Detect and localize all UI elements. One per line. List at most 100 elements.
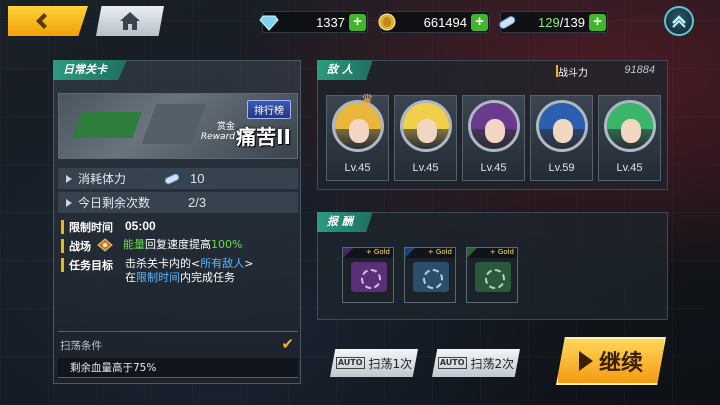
- gold-value: 661494: [423, 14, 467, 30]
- auto-icon: AUTO: [437, 357, 467, 369]
- enemy-level: Lv.59: [548, 162, 575, 174]
- check-icon: ✔: [281, 335, 294, 353]
- enemy-face: [553, 119, 573, 143]
- gem-value: 1337: [316, 14, 345, 30]
- mission-text: 在: [125, 271, 136, 284]
- mission-text: 击杀关卡内的<: [125, 257, 201, 270]
- stamina-cost-row: 消耗体力 10: [58, 168, 298, 189]
- enemy-portrait: [536, 100, 588, 152]
- mission-text: 内完成任务: [180, 271, 235, 284]
- reward-item[interactable]: + Gold: [404, 247, 456, 303]
- mission-highlight: 限制时间: [136, 271, 180, 284]
- enemy-slot[interactable]: Lv.45: [598, 95, 661, 181]
- mission-rule: 任务目标 击杀关卡内的<所有敌人> 在限制时间内完成任务: [58, 257, 298, 285]
- add-stamina-button[interactable]: +: [589, 14, 606, 31]
- battlefield-pct: 100%: [211, 238, 243, 251]
- time-limit-key: 限制时间: [69, 221, 113, 234]
- combat-power-value: 91884: [624, 64, 655, 76]
- mission-text: >: [244, 257, 254, 270]
- mission-highlight: 所有敌人: [200, 257, 245, 270]
- back-button[interactable]: [8, 6, 88, 36]
- home-icon: [120, 12, 140, 30]
- chevron-up-icon: [672, 15, 686, 28]
- stage-info-panel: 日常关卡 排行榜 赏金 Reward 痛苦II 消耗体力 10 今日剩余次数 2…: [53, 60, 301, 384]
- enemy-face: [349, 119, 369, 143]
- enemy-portrait: [400, 100, 452, 152]
- battlefield-rule: 战场 能量回复速度提高100%: [58, 238, 298, 254]
- rule-marker: [61, 258, 64, 272]
- enemy-portrait: [604, 100, 656, 152]
- add-gold-button[interactable]: +: [471, 14, 488, 31]
- remaining-value: 2/3: [188, 195, 207, 210]
- sweep-condition: 扫荡条件 ✔ 剩余血量高于75%: [58, 331, 298, 379]
- combat-power-label: 战斗力: [558, 68, 588, 79]
- enemy-portrait: [332, 100, 384, 152]
- add-gem-button[interactable]: +: [349, 14, 366, 31]
- battlefield-effect-icon: [97, 238, 113, 252]
- mission-key: 任务目标: [69, 259, 113, 272]
- reward-item[interactable]: + Gold: [466, 247, 518, 303]
- enemy-level: Lv.45: [344, 162, 371, 174]
- reward-panel: 报 酬 + Gold + Gold + Gold: [317, 212, 668, 320]
- sweep-condition-value: 剩余血量高于75%: [58, 358, 298, 378]
- module-chip-icon: [413, 262, 449, 292]
- battlefield-highlight: 能量: [123, 238, 145, 251]
- time-limit-rule: 限制时间 05:00: [58, 219, 298, 235]
- remaining-row: 今日剩余次数 2/3: [58, 192, 298, 213]
- enemy-slot[interactable]: ♛ Lv.45: [326, 92, 389, 181]
- collapse-menu-button[interactable]: [664, 6, 694, 36]
- continue-label: 继续: [598, 351, 643, 376]
- home-button[interactable]: [96, 6, 164, 36]
- enemy-level: Lv.45: [480, 162, 507, 174]
- panel-tab-daily: 日常关卡: [53, 60, 127, 80]
- triangle-icon: [66, 174, 72, 183]
- stage-name: 痛苦II: [236, 125, 291, 149]
- crown-icon: ♛: [361, 92, 374, 108]
- play-arrow-icon: [578, 351, 593, 371]
- stamina-cost-value: 10: [190, 171, 205, 186]
- enemy-slot[interactable]: Lv.59: [530, 95, 593, 181]
- time-limit-value: 05:00: [125, 219, 156, 233]
- reward-tag: + Gold: [405, 248, 455, 258]
- banner-scene: [141, 104, 207, 144]
- panel-tab-enemies: 敌 人: [317, 60, 373, 80]
- battlefield-text: 回复速度提高: [145, 238, 211, 251]
- enemy-portrait: [468, 100, 520, 152]
- banner-scene: [72, 112, 142, 138]
- remaining-label: 今日剩余次数: [78, 196, 151, 210]
- sweep-once-label: 扫荡1次: [368, 356, 413, 371]
- stage-rules: 限制时间 05:00 战场 能量回复速度提高100% 任务目标 击杀关卡内的<所…: [58, 219, 298, 288]
- sweep-twice-button[interactable]: AUTO 扫荡2次: [432, 349, 520, 377]
- enemy-panel: 敌 人 战斗力 91884 ♛ Lv.45 Lv.45 Lv.45 Lv.59 …: [317, 60, 668, 190]
- rule-marker: [61, 239, 64, 253]
- bounty-label: 赏金 Reward: [201, 122, 235, 142]
- enemy-slot[interactable]: Lv.45: [462, 95, 525, 181]
- stamina-capsule-icon: [499, 16, 516, 29]
- module-chip-icon: [475, 262, 511, 292]
- stamina-counter: 129/139 +: [499, 11, 608, 33]
- stamina-max: /139: [559, 14, 585, 30]
- bounty-en: Reward: [200, 132, 235, 142]
- reward-item[interactable]: + Gold: [342, 247, 394, 303]
- gold-coin-icon: [378, 13, 396, 31]
- bounty-cn: 赏金: [216, 122, 235, 132]
- enemy-slot[interactable]: Lv.45: [394, 95, 457, 181]
- sweep-once-button[interactable]: AUTO 扫荡1次: [330, 349, 418, 377]
- stamina-current: 129: [537, 14, 560, 30]
- stage-banner: 排行榜 赏金 Reward 痛苦II: [58, 93, 298, 159]
- continue-button[interactable]: 继续: [556, 337, 666, 385]
- back-arrow-icon: [36, 13, 47, 29]
- auto-icon: AUTO: [335, 357, 365, 369]
- gold-counter: 661494 +: [378, 11, 490, 33]
- rule-marker: [61, 220, 64, 234]
- gem-counter: 1337 +: [259, 11, 368, 33]
- stamina-capsule-icon: [164, 173, 180, 184]
- leaderboard-button[interactable]: 排行榜: [247, 100, 291, 119]
- triangle-icon: [66, 198, 72, 207]
- enemy-face: [485, 119, 505, 143]
- panel-tab-rewards: 报 酬: [317, 212, 373, 232]
- gem-icon: [259, 15, 279, 31]
- battlefield-key: 战场: [69, 240, 91, 253]
- enemy-level: Lv.45: [412, 162, 439, 174]
- sweep-twice-label: 扫荡2次: [470, 356, 515, 371]
